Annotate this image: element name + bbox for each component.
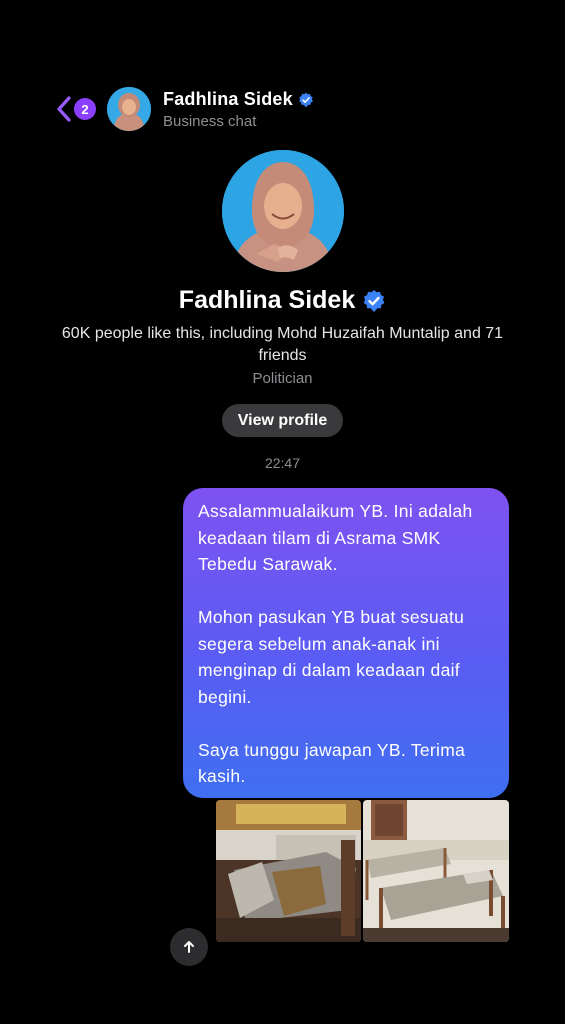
profile-photo — [222, 150, 344, 272]
back-button[interactable]: 2 — [52, 94, 96, 124]
avatar[interactable] — [107, 87, 151, 131]
profile-likes-text: 60K people like this, including Mohd Huz… — [61, 325, 504, 364]
contact-name[interactable]: Fadhlina Sidek — [163, 89, 314, 110]
verified-badge-icon — [299, 92, 313, 108]
message-timestamp: 22:47 — [264, 455, 301, 471]
view-profile-button[interactable]: View profile — [222, 404, 343, 437]
photo-dormitory-beds[interactable] — [363, 800, 509, 942]
profile-name-text: Fadhlina Sidek — [178, 286, 356, 314]
chevron-left-icon — [57, 96, 71, 122]
message-paragraph: Assalammualaikum YB. Ini adalah keadaan … — [198, 501, 473, 574]
mattress-photo-image — [216, 800, 361, 942]
profile-name: Fadhlina Sidek — [0, 286, 565, 315]
profile-avatar[interactable] — [222, 150, 344, 272]
arrow-up-icon — [184, 941, 194, 953]
message-paragraph: Mohon pasukan YB buat sesuatu segera seb… — [198, 607, 465, 707]
chat-header: 2 Fadhlina Sidek Business chat — [0, 80, 565, 140]
verified-badge-icon — [363, 290, 385, 313]
contact-name-text: Fadhlina Sidek — [163, 89, 293, 109]
message-bubble[interactable]: Assalammualaikum YB. Ini adalah keadaan … — [183, 488, 509, 798]
chat-type-label: Business chat — [163, 113, 257, 130]
photo-damaged-mattress[interactable] — [216, 800, 361, 942]
message-paragraph: Saya tunggu jawapan YB. Terima kasih. — [198, 739, 466, 787]
avatar-image — [107, 87, 151, 131]
unread-count-badge: 2 — [74, 98, 96, 120]
dormitory-photo-image — [363, 800, 509, 942]
scroll-up-button[interactable] — [170, 928, 208, 966]
profile-category: Politician — [252, 370, 313, 387]
